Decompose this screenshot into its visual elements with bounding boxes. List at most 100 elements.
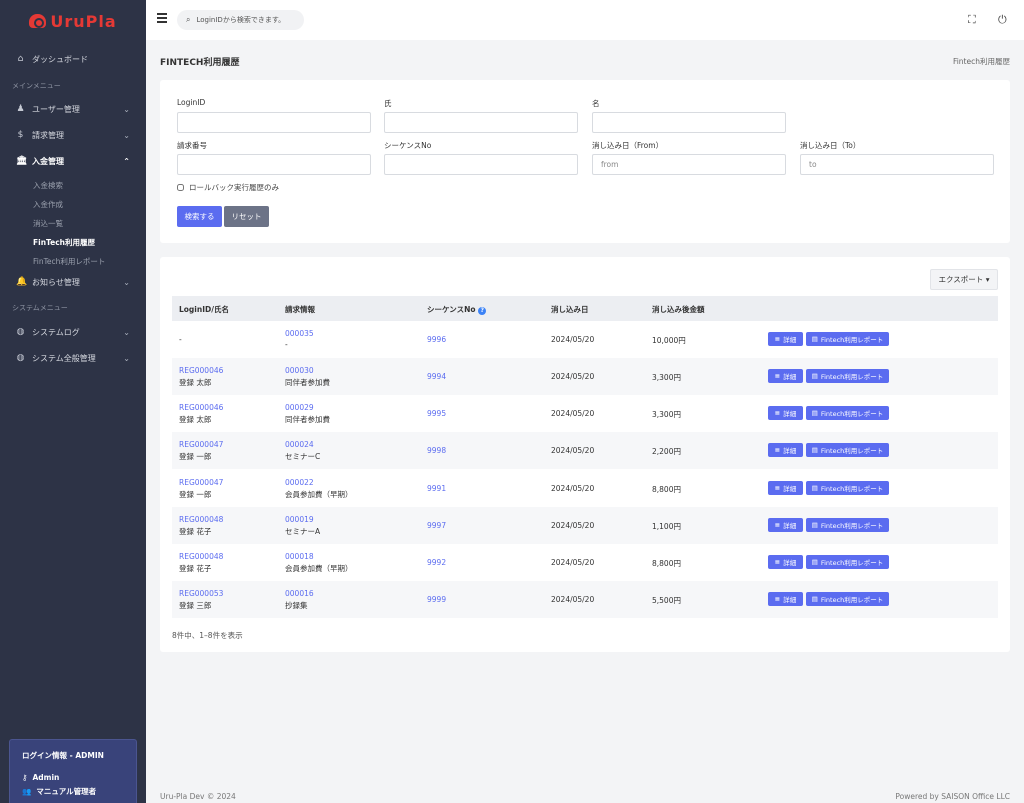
sidebar-item-users[interactable]: ♟ ユーザー管理 ⌄ xyxy=(0,100,146,118)
logo[interactable]: UruPla xyxy=(0,0,146,42)
sei-field[interactable] xyxy=(384,112,578,133)
row-invoice-link[interactable]: 000035 xyxy=(285,329,314,338)
detail-button[interactable]: ≣ 詳細 xyxy=(768,555,803,569)
login-info-panel: ログイン情報 - ADMIN ⚷ Admin 👥 マニュアル管理者 xyxy=(9,739,137,803)
sidebar-item-notice[interactable]: 🔔 お知らせ管理 ⌄ xyxy=(0,273,146,291)
sidebar-section-system: システムメニュー xyxy=(12,304,68,312)
detail-button[interactable]: ≣ 詳細 xyxy=(768,406,803,420)
menu-icon[interactable] xyxy=(157,13,167,25)
search-box[interactable]: ⌕ xyxy=(177,10,304,30)
list-icon: ≣ xyxy=(774,558,781,566)
row-invoice-link[interactable]: 000024 xyxy=(285,440,314,449)
table-row: REG000048 登録 花子 000019 セミナーA 9997 2024/0… xyxy=(172,507,998,544)
col-header-loginid: LoginID/氏名 xyxy=(179,305,229,314)
export-button[interactable]: エクスポート ▾ xyxy=(930,269,998,290)
sidebar-subitem-payment-search[interactable]: 入金検索 xyxy=(33,180,63,191)
row-seq-link[interactable]: 9996 xyxy=(427,335,446,344)
login-user-row[interactable]: ⚷ Admin xyxy=(22,773,124,782)
rollback-checkbox-row[interactable]: ロールバック実行履歴のみ xyxy=(177,182,279,193)
sidebar-item-sysall[interactable]: ◍ システム全般管理 ⌄ xyxy=(0,349,146,367)
table-header: LoginID/氏名 請求情報 シーケンスNo ? 消し込み日 消し込み後金額 xyxy=(172,296,998,321)
row-amount: 8,800円 xyxy=(652,485,681,494)
fullscreen-icon[interactable]: ⛶ xyxy=(968,13,976,27)
to-date-field[interactable] xyxy=(800,154,994,175)
chevron-down-icon: ⌄ xyxy=(123,104,130,114)
row-date: 2024/05/20 xyxy=(551,484,595,493)
col-header-invoice: 請求情報 xyxy=(285,305,315,314)
row-invoice-link[interactable]: 000018 xyxy=(285,552,314,561)
report-button[interactable]: ▤ Fintech利用レポート xyxy=(806,406,889,420)
row-date: 2024/05/20 xyxy=(551,372,595,381)
sidebar-subitem-reconcile-list[interactable]: 消込一覧 xyxy=(33,218,63,229)
sidebar: UruPla ⌂ ダッシュボード メインメニュー ♟ ユーザー管理 ⌄ $ 請求… xyxy=(0,0,146,803)
row-loginid-link[interactable]: REG000053 xyxy=(179,589,223,598)
row-invoice-link[interactable]: 000016 xyxy=(285,589,314,598)
detail-button[interactable]: ≣ 詳細 xyxy=(768,481,803,495)
breadcrumb[interactable]: Fintech利用履歴 xyxy=(953,56,1010,67)
sidebar-item-billing[interactable]: $ 請求管理 ⌄ xyxy=(0,126,146,144)
sidebar-item-syslog[interactable]: ◍ システムログ ⌄ xyxy=(0,323,146,341)
from-date-field[interactable] xyxy=(592,154,786,175)
row-seq-link[interactable]: 9994 xyxy=(427,372,446,381)
bell-icon: 🔔 xyxy=(16,277,28,287)
row-seq-link[interactable]: 9997 xyxy=(427,521,446,530)
detail-button[interactable]: ≣ 詳細 xyxy=(768,592,803,606)
detail-button[interactable]: ≣ 詳細 xyxy=(768,332,803,346)
rollback-checkbox[interactable] xyxy=(177,184,184,191)
row-loginid-link[interactable]: REG000047 xyxy=(179,440,223,449)
row-loginid-link[interactable]: REG000048 xyxy=(179,552,223,561)
sidebar-subitem-fintech-report[interactable]: FinTech利用レポート xyxy=(33,256,105,267)
chevron-down-icon: ⌄ xyxy=(123,327,130,337)
help-icon[interactable]: ? xyxy=(478,307,487,315)
row-invoice-link[interactable]: 000030 xyxy=(285,366,314,375)
sidebar-subitem-fintech-history[interactable]: FinTech利用履歴 xyxy=(33,237,95,248)
report-button[interactable]: ▤ Fintech利用レポート xyxy=(806,332,889,346)
file-icon: ▤ xyxy=(811,335,818,343)
row-seq-link[interactable]: 9999 xyxy=(427,595,446,604)
row-seq-link[interactable]: 9995 xyxy=(427,409,446,418)
detail-button[interactable]: ≣ 詳細 xyxy=(768,443,803,457)
report-button[interactable]: ▤ Fintech利用レポート xyxy=(806,555,889,569)
row-invoice-link[interactable]: 000022 xyxy=(285,478,314,487)
row-loginid-link[interactable]: REG000046 xyxy=(179,366,223,375)
report-button[interactable]: ▤ Fintech利用レポート xyxy=(806,518,889,532)
row-loginid-link[interactable]: REG000046 xyxy=(179,403,223,412)
sidebar-item-dashboard[interactable]: ⌂ ダッシュボード xyxy=(0,50,146,68)
row-seq-link[interactable]: 9998 xyxy=(427,446,446,455)
reset-button[interactable]: リセット xyxy=(224,206,269,227)
table-row: REG000053 登録 三郎 000016 抄録集 9999 2024/05/… xyxy=(172,581,998,618)
mei-field[interactable] xyxy=(592,112,786,133)
row-invoice-link[interactable]: 000029 xyxy=(285,403,314,412)
sidebar-section-main: メインメニュー xyxy=(12,82,61,90)
row-seq-link[interactable]: 9992 xyxy=(427,558,446,567)
power-icon[interactable]: ⏻ xyxy=(998,13,1007,27)
row-item: 会員参加費（早期） xyxy=(285,564,353,573)
search-input[interactable] xyxy=(196,16,297,24)
row-item: セミナーA xyxy=(285,527,321,536)
report-button[interactable]: ▤ Fintech利用レポート xyxy=(806,369,889,383)
logo-text: UruPla xyxy=(50,11,117,31)
row-amount: 1,100円 xyxy=(652,522,681,531)
row-date: 2024/05/20 xyxy=(551,409,595,418)
sidebar-subitem-payment-create[interactable]: 入金作成 xyxy=(33,199,63,210)
sidebar-item-payment[interactable]: 🏛 入金管理 ⌃ xyxy=(0,152,146,170)
report-button[interactable]: ▤ Fintech利用レポート xyxy=(806,481,889,495)
report-button[interactable]: ▤ Fintech利用レポート xyxy=(806,443,889,457)
row-loginid-link[interactable]: REG000048 xyxy=(179,515,223,524)
search-button[interactable]: 検索する xyxy=(177,206,222,227)
detail-button[interactable]: ≣ 詳細 xyxy=(768,369,803,383)
invoice-field[interactable] xyxy=(177,154,371,175)
page-title: FINTECH利用履歴 xyxy=(160,58,240,68)
detail-label: 詳細 xyxy=(783,447,797,455)
row-seq-link[interactable]: 9991 xyxy=(427,484,446,493)
row-invoice-link[interactable]: 000019 xyxy=(285,515,314,524)
loginid-field[interactable] xyxy=(177,112,371,133)
detail-button[interactable]: ≣ 詳細 xyxy=(768,518,803,532)
col-header-seq: シーケンスNo ? xyxy=(427,304,487,315)
seq-field[interactable] xyxy=(384,154,578,175)
mei-label: 名 xyxy=(592,99,600,108)
list-icon: ≣ xyxy=(774,372,781,380)
report-button[interactable]: ▤ Fintech利用レポート xyxy=(806,592,889,606)
topbar: ⌕ ⛶ ⏻ xyxy=(146,0,1024,40)
row-loginid-link[interactable]: REG000047 xyxy=(179,478,223,487)
